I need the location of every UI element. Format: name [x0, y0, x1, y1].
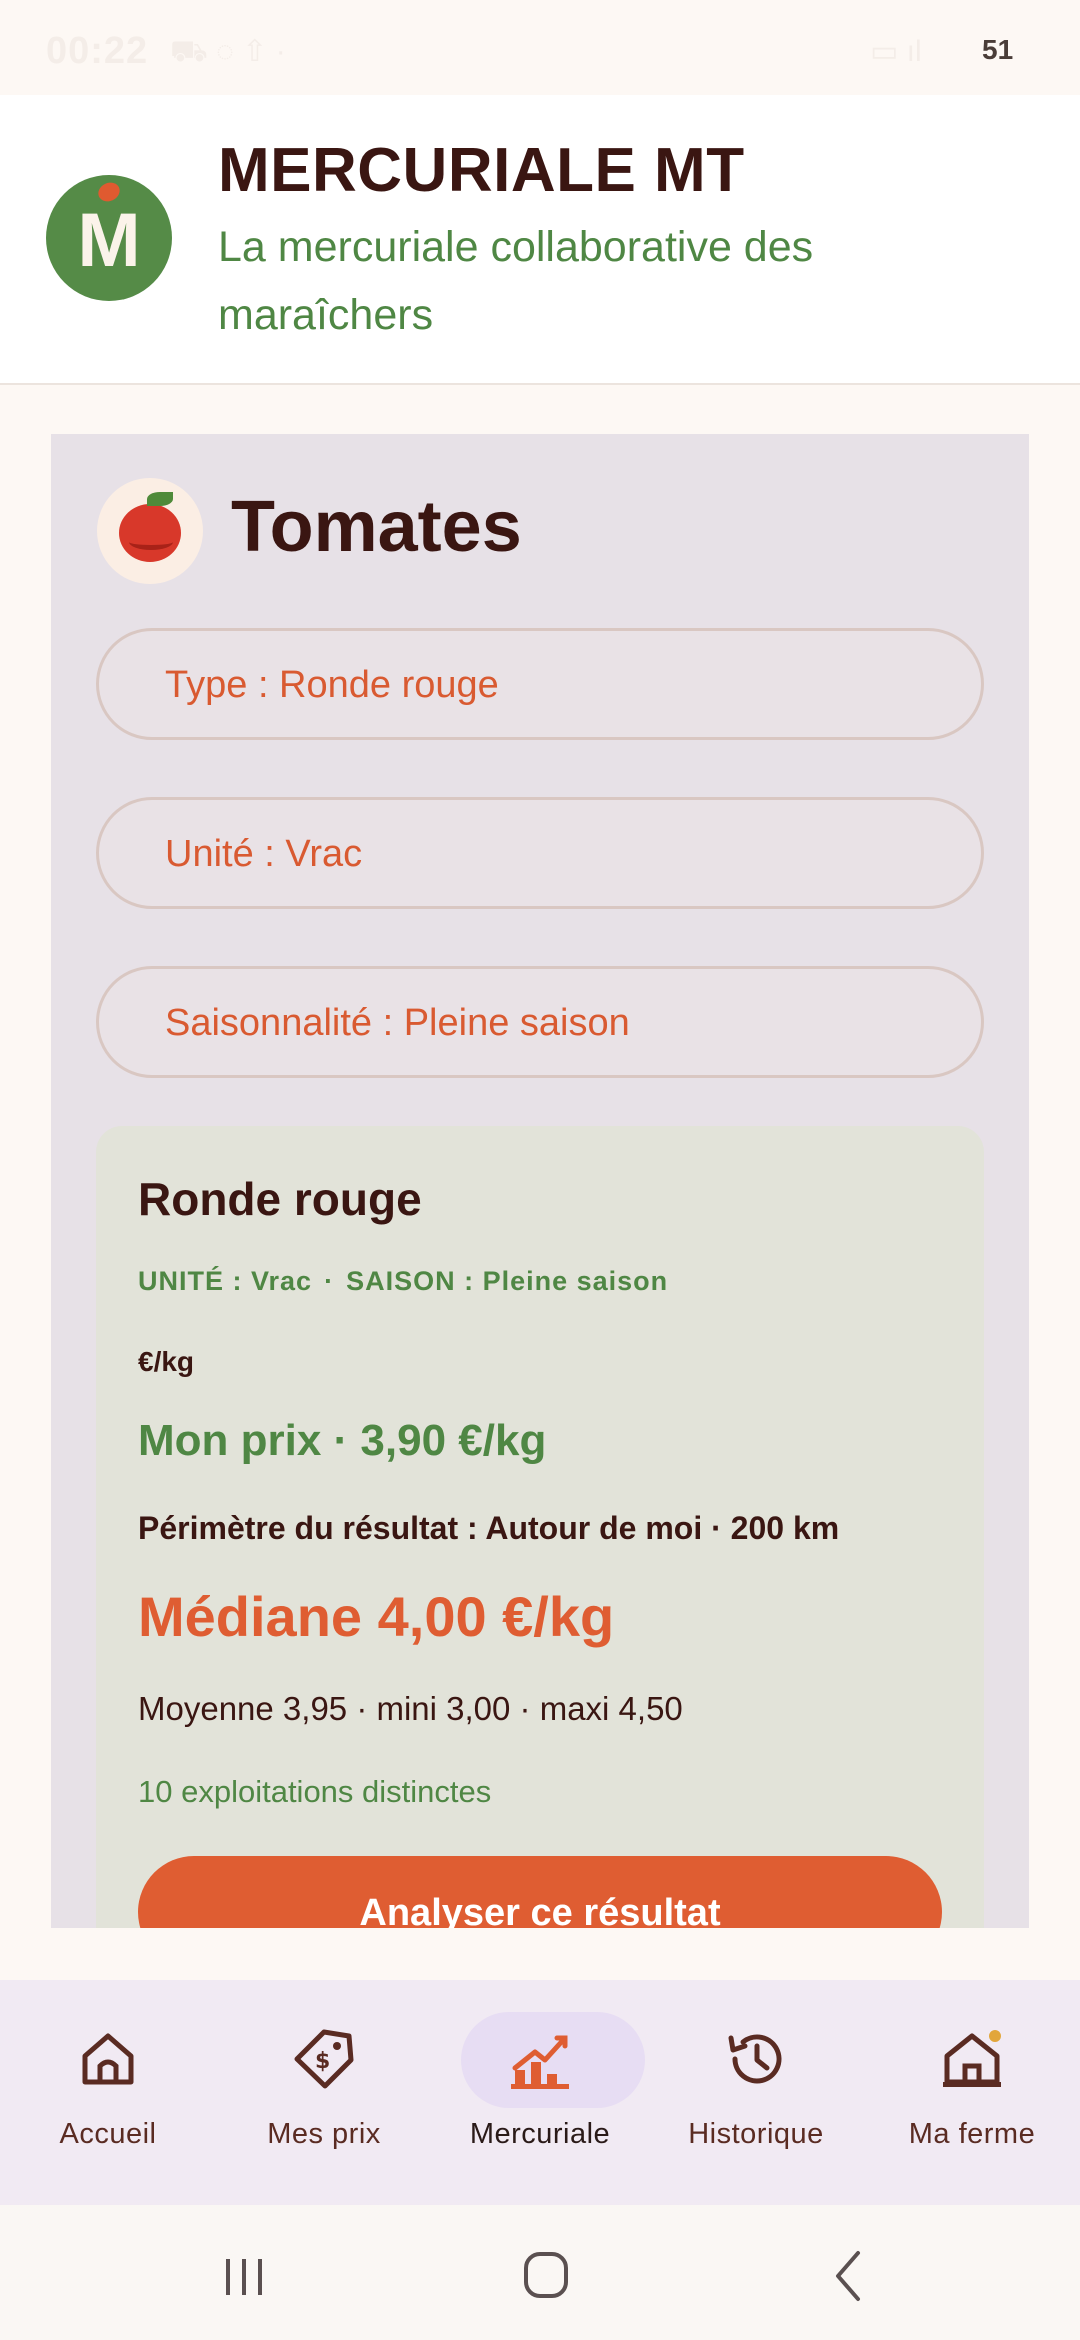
- filter-type[interactable]: Type : Ronde rouge: [96, 628, 984, 740]
- product-title: Tomates: [231, 487, 522, 567]
- price-tag-icon: $: [294, 2029, 354, 2089]
- filter-unit-label: Unité : Vrac: [165, 833, 363, 875]
- filter-type-label: Type : Ronde rouge: [165, 664, 499, 706]
- nav-label-mes-prix: Mes prix: [267, 2118, 381, 2150]
- median-price: Médiane 4,00 €/kg: [138, 1585, 615, 1648]
- chart-icon: [511, 2035, 569, 2089]
- app-header: M MERCURIALE MT La mercuriale collaborat…: [0, 95, 1080, 385]
- battery-level: 51: [982, 34, 1014, 65]
- back-icon[interactable]: [810, 2241, 890, 2311]
- nav-item-ma-ferme[interactable]: Ma ferme: [864, 1980, 1080, 2205]
- nav-label-mercuriale: Mercuriale: [469, 2118, 611, 2150]
- tomato-shade: [129, 534, 173, 550]
- result-card: Ronde rouge UNITÉ : Vrac · SAISON : Pleine…: [96, 1126, 984, 1928]
- result-perimeter: Périmètre du résultat : Autour de moi · …: [138, 1510, 840, 1546]
- unit-meta: UNITÉ : Vrac: [138, 1266, 313, 1296]
- filter-unit[interactable]: Unité : Vrac: [96, 797, 984, 909]
- app-title: MERCURIALE MT: [218, 136, 745, 205]
- product-card: Tomates Type : Ronde rouge Unité : Vrac …: [51, 434, 1029, 1928]
- notification-icons: ⛟ ◌ ⇧ ·: [170, 35, 286, 68]
- analyze-result-button[interactable]: Analyser ce résultat: [138, 1856, 942, 1928]
- home-icon: [82, 2033, 134, 2085]
- tomato-icon: [97, 478, 203, 584]
- filter-season[interactable]: Saisonnalité : Pleine saison: [96, 966, 984, 1078]
- signal-icons: ▭ ıl: [870, 35, 922, 68]
- nav-item-mercuriale[interactable]: Mercuriale: [432, 1980, 648, 2205]
- app-subtitle: La mercuriale collaborative des maraîche…: [218, 223, 814, 339]
- tomato-leaf: [147, 492, 173, 506]
- nav-item-accueil[interactable]: Accueil: [0, 1980, 216, 2205]
- farm-icon: [943, 2030, 1001, 2087]
- home-button-icon[interactable]: [506, 2241, 586, 2311]
- nav-label-accueil: Accueil: [59, 2118, 157, 2150]
- nav-item-historique[interactable]: Historique: [648, 1980, 864, 2205]
- nav-label-historique: Historique: [688, 2118, 824, 2150]
- farms-count: 10 exploitations distinctes: [138, 1774, 492, 1809]
- my-price: Mon prix · 3,90 €/kg: [138, 1416, 547, 1465]
- status-bar: 00:22 ⛟ ◌ ⇧ · ▭ ıl 51: [0, 0, 1080, 95]
- logo-letter: M: [77, 198, 141, 283]
- bottom-nav: Accueil $ Mes prix Mercuriale Historique: [0, 1980, 1080, 2205]
- app-logo: M: [46, 175, 172, 301]
- history-icon: [728, 2034, 782, 2084]
- svg-text:$: $: [315, 2049, 330, 2074]
- unit-label: €/kg: [138, 1346, 195, 1377]
- price-stats: Moyenne 3,95 · mini 3,00 · maxi 4,50: [138, 1690, 683, 1727]
- system-nav-bar: [0, 2205, 1080, 2340]
- recent-apps-icon[interactable]: [204, 2241, 284, 2311]
- status-time: 00:22: [46, 30, 149, 72]
- nav-label-ma-ferme: Ma ferme: [908, 2118, 1036, 2150]
- analyze-result-label: Analyser ce résultat: [359, 1892, 721, 1928]
- result-title: Ronde rouge: [138, 1173, 422, 1225]
- season-meta: SAISON : Pleine saison: [346, 1266, 669, 1296]
- tomato-body: [119, 504, 181, 562]
- meta-separator: ·: [324, 1266, 335, 1296]
- filter-season-label: Saisonnalité : Pleine saison: [165, 1002, 630, 1044]
- nav-item-mes-prix[interactable]: $ Mes prix: [216, 1980, 432, 2205]
- result-meta: UNITÉ : Vrac · SAISON : Pleine saison: [138, 1266, 668, 1297]
